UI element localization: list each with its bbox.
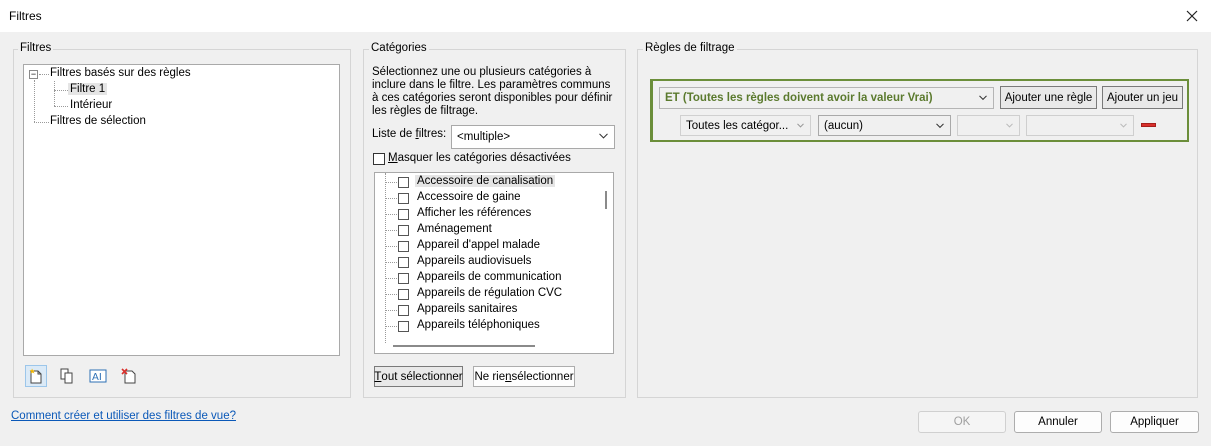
- cancel-button[interactable]: Annuler: [1014, 411, 1102, 433]
- category-label: Appareils téléphoniques: [417, 319, 540, 331]
- logic-operator-value: ET (Toutes les règles doivent avoir la v…: [665, 92, 933, 104]
- category-checkbox[interactable]: [398, 305, 409, 316]
- duplicate-filter-icon[interactable]: [56, 365, 78, 387]
- rename-filter-icon[interactable]: AI: [87, 365, 109, 387]
- filter-list-value: <multiple>: [457, 131, 511, 143]
- list-item[interactable]: Appareils de communication: [375, 270, 600, 286]
- rule-operator-select[interactable]: [957, 115, 1020, 136]
- categories-list[interactable]: Accessoire de canalisation Accessoire de …: [374, 172, 614, 354]
- category-label: Appareils de communication: [417, 271, 562, 283]
- list-item[interactable]: Aménagement: [375, 222, 600, 238]
- tree-item-rule-based[interactable]: Filtres basés sur des règles: [50, 67, 191, 79]
- title-bar: [0, 0, 1211, 32]
- category-checkbox[interactable]: [398, 289, 409, 300]
- filter-list-label: Liste de filtres:: [372, 128, 447, 140]
- chevron-down-icon: [797, 119, 804, 131]
- category-checkbox[interactable]: [398, 193, 409, 204]
- close-icon[interactable]: [1182, 6, 1202, 26]
- add-rule-button[interactable]: Ajouter une règle: [1000, 86, 1097, 109]
- hide-disabled-label: Masquer les catégories désactivées: [388, 152, 571, 164]
- filters-tree[interactable]: − Filtres basés sur des règles Filtre 1 …: [23, 64, 340, 356]
- category-checkbox[interactable]: [398, 257, 409, 268]
- category-checkbox[interactable]: [398, 241, 409, 252]
- collapse-icon[interactable]: −: [29, 70, 38, 79]
- ok-button[interactable]: OK: [918, 411, 1006, 433]
- category-label: Appareils sanitaires: [417, 303, 518, 315]
- rule-parameter-select[interactable]: (aucun): [818, 115, 951, 136]
- chevron-down-icon: [1120, 119, 1127, 131]
- delete-rule-icon[interactable]: [1141, 123, 1156, 127]
- category-checkbox[interactable]: [398, 321, 409, 332]
- category-label: Aménagement: [417, 223, 492, 235]
- hide-disabled-checkbox[interactable]: [373, 153, 385, 165]
- category-checkbox[interactable]: [398, 209, 409, 220]
- delete-filter-icon[interactable]: [118, 365, 140, 387]
- logic-operator-select[interactable]: ET (Toutes les règles doivent avoir la v…: [659, 87, 994, 109]
- category-label: Appareil d'appel malade: [417, 239, 541, 251]
- list-item[interactable]: Afficher les références: [375, 206, 600, 222]
- help-link[interactable]: Comment créer et utiliser des filtres de…: [11, 410, 236, 422]
- rule-category-value: Toutes les catégor...: [686, 119, 789, 132]
- category-label: Appareils audiovisuels: [417, 255, 532, 267]
- category-label: Afficher les références: [417, 207, 532, 219]
- rule-category-select[interactable]: Toutes les catégor...: [680, 115, 811, 136]
- category-label: Appareils de régulation CVC: [417, 287, 563, 299]
- apply-button[interactable]: Appliquer: [1110, 411, 1199, 433]
- tree-item-interior[interactable]: Intérieur: [70, 99, 112, 111]
- list-item[interactable]: Accessoire de gaine: [375, 190, 600, 206]
- category-checkbox[interactable]: [398, 225, 409, 236]
- list-item[interactable]: Appareils audiovisuels: [375, 254, 600, 270]
- rule-parameter-value: (aucun): [824, 119, 863, 132]
- category-checkbox[interactable]: [398, 273, 409, 284]
- rules-group-title: Règles de filtrage: [643, 42, 737, 54]
- list-item[interactable]: Appareils de régulation CVC: [375, 286, 600, 302]
- list-item[interactable]: Appareils téléphoniques: [375, 318, 600, 334]
- select-none-button[interactable]: Ne rie n sélectionner: [473, 366, 575, 387]
- rule-value-select[interactable]: [1026, 115, 1134, 136]
- category-checkbox[interactable]: [398, 177, 409, 188]
- add-set-button[interactable]: Ajouter un jeu: [1102, 86, 1183, 109]
- category-label: Accessoire de canalisation: [415, 175, 556, 187]
- horizontal-scrollbar-thumb[interactable]: [393, 345, 535, 347]
- categories-group-title: Catégories: [369, 42, 429, 54]
- filters-group-title: Filtres: [18, 42, 54, 54]
- category-label: Accessoire de gaine: [417, 191, 521, 203]
- categories-description: Sélectionnez une ou plusieurs catégories…: [372, 66, 613, 117]
- chevron-down-icon: [936, 119, 944, 131]
- tree-item-selection-filters[interactable]: Filtres de sélection: [50, 115, 146, 127]
- svg-text:AI: AI: [92, 372, 102, 383]
- chevron-down-icon: [599, 130, 608, 142]
- select-all-button[interactable]: Tout sélectionner: [374, 366, 463, 387]
- list-item[interactable]: Appareils sanitaires: [375, 302, 600, 318]
- list-item[interactable]: Appareil d'appel malade: [375, 238, 600, 254]
- chevron-down-icon: [1006, 119, 1013, 131]
- chevron-down-icon: [979, 91, 987, 103]
- filter-list-select[interactable]: <multiple>: [451, 125, 615, 149]
- list-item[interactable]: Accessoire de canalisation: [375, 174, 600, 190]
- new-filter-icon[interactable]: [25, 365, 47, 387]
- window-title: Filtres: [9, 9, 42, 23]
- tree-item-filter1[interactable]: Filtre 1: [68, 83, 108, 95]
- vertical-scrollbar-thumb[interactable]: [605, 191, 607, 209]
